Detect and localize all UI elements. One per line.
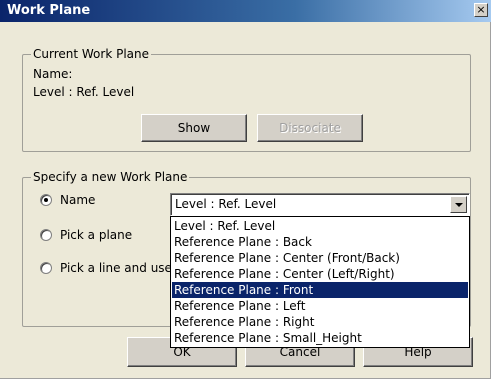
dissociate-button-label: Dissociate — [279, 121, 341, 135]
dropdown-item[interactable]: Reference Plane : Right — [172, 314, 468, 330]
radio-pick-plane-button[interactable] — [40, 229, 52, 241]
current-name-label: Name: — [33, 67, 73, 81]
dropdown-item-highlighted[interactable]: Reference Plane : Front — [172, 282, 468, 298]
dropdown-item[interactable]: Level : Ref. Level — [172, 218, 468, 234]
combo-dropdown-button[interactable] — [450, 196, 467, 213]
current-name-value: Level : Ref. Level — [33, 85, 135, 99]
work-plane-name-combo[interactable]: Level : Ref. Level — [170, 193, 470, 216]
dropdown-item[interactable]: Reference Plane : Center (Left/Right) — [172, 266, 468, 282]
radio-pick-plane-label: Pick a plane — [60, 228, 133, 242]
radio-pick-line-button[interactable] — [40, 262, 52, 274]
combo-value: Level : Ref. Level — [175, 197, 277, 211]
radio-name-button[interactable] — [40, 194, 52, 206]
work-plane-dialog: Work Plane × Current Work Plane Name: Le… — [0, 0, 491, 379]
dropdown-item[interactable]: Reference Plane : Back — [172, 234, 468, 250]
dropdown-item[interactable]: Reference Plane : Center (Front/Back) — [172, 250, 468, 266]
title-bar[interactable]: Work Plane × — [0, 0, 491, 22]
radio-selected-dot — [44, 198, 48, 202]
show-button-label: Show — [177, 121, 211, 135]
specify-work-plane-legend: Specify a new Work Plane — [31, 170, 190, 184]
dropdown-item[interactable]: Reference Plane : Small_Height — [172, 330, 468, 346]
current-work-plane-legend: Current Work Plane — [31, 47, 151, 61]
radio-name-label: Name — [60, 193, 96, 207]
close-icon: × — [476, 3, 486, 16]
dropdown-item[interactable]: Reference Plane : Left — [172, 298, 468, 314]
work-plane-dropdown-list[interactable]: Level : Ref. Level Reference Plane : Bac… — [170, 216, 470, 348]
close-button[interactable]: × — [474, 3, 488, 17]
window-title: Work Plane — [7, 3, 91, 18]
chevron-down-icon — [455, 203, 463, 207]
dissociate-button[interactable]: Dissociate — [257, 114, 363, 142]
radio-pick-line-label: Pick a line and use — [60, 261, 172, 275]
show-button[interactable]: Show — [141, 114, 247, 142]
